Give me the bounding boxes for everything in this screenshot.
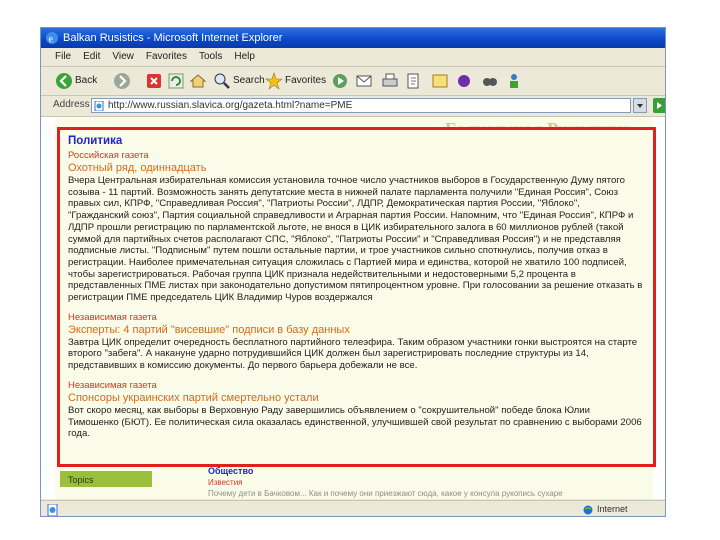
- media-icon[interactable]: [331, 72, 349, 90]
- article-text: Завтра ЦИК определит очередность бесплат…: [68, 336, 638, 372]
- forward-arrow-icon[interactable]: [113, 72, 131, 90]
- mail-icon[interactable]: [355, 72, 373, 90]
- back-button-label[interactable]: Back: [75, 70, 97, 92]
- research-icon[interactable]: [481, 72, 499, 90]
- address-bar: Address http://www.russian.slavica.org/g…: [41, 96, 665, 117]
- article-headline[interactable]: Охотный ряд, одиннадцать: [68, 162, 643, 175]
- article-source: Независимая газета: [68, 379, 157, 391]
- standard-toolbar: Back Search Favorites: [41, 67, 665, 96]
- security-zone-label: Internet: [597, 504, 628, 514]
- page-icon: [94, 101, 104, 111]
- page-status-icon: [47, 504, 58, 516]
- go-button[interactable]: [653, 98, 665, 113]
- article-source: Независимая газета: [68, 311, 157, 323]
- window-title: Balkan Rusistics - Microsoft Internet Ex…: [63, 32, 283, 44]
- section-title: Политика: [68, 135, 123, 147]
- address-url: http://www.russian.slavica.org/gazeta.ht…: [108, 100, 353, 111]
- menu-edit[interactable]: Edit: [77, 48, 106, 66]
- article-text: Вот скоро месяц, как выборы в Верховную …: [68, 404, 642, 440]
- below-section-title: Общество: [208, 466, 254, 476]
- print-icon[interactable]: [381, 72, 399, 90]
- address-input[interactable]: http://www.russian.slavica.org/gazeta.ht…: [91, 98, 631, 113]
- home-icon[interactable]: [189, 72, 207, 90]
- messenger-icon[interactable]: [455, 72, 473, 90]
- back-arrow-icon[interactable]: [55, 72, 73, 90]
- address-dropdown-button[interactable]: [633, 98, 647, 113]
- status-bar: Internet: [41, 500, 665, 516]
- globe-icon: [583, 505, 593, 515]
- below-source: Известия: [208, 478, 243, 487]
- search-icon[interactable]: [213, 72, 231, 90]
- stop-icon[interactable]: [145, 72, 163, 90]
- menu-help[interactable]: Help: [228, 48, 261, 66]
- ie-logo-icon: e: [46, 32, 58, 45]
- menu-view[interactable]: View: [106, 48, 140, 66]
- address-label: Address: [53, 99, 90, 110]
- article-source: Российская газета: [68, 150, 149, 161]
- menu-tools[interactable]: Tools: [193, 48, 228, 66]
- highlighted-news-panel: Политика Российская газета Охотный ряд, …: [57, 127, 656, 467]
- favorites-star-icon[interactable]: [265, 72, 283, 90]
- article-headline[interactable]: Эксперты: 4 партий "висевшие" подписи в …: [68, 324, 643, 337]
- menu-favorites[interactable]: Favorites: [140, 48, 193, 66]
- chevron-down-icon: [637, 104, 643, 108]
- article-text: Вчера Центральная избирательная комиссия…: [68, 175, 643, 304]
- below-text: Почему дети в Бачковом... Как и почему о…: [208, 489, 563, 498]
- refresh-icon[interactable]: [167, 72, 185, 90]
- go-arrow-icon: [657, 102, 662, 109]
- title-bar: e Balkan Rusistics - Microsoft Internet …: [41, 28, 665, 48]
- menu-file[interactable]: File: [41, 48, 77, 66]
- edit-icon[interactable]: [405, 72, 423, 90]
- menu-bar: File Edit View Favorites Tools Help: [41, 48, 665, 67]
- svg-text:e: e: [49, 34, 54, 45]
- article-headline[interactable]: Спонсоры украинских партий смертельно ус…: [68, 392, 643, 405]
- topics-tab-label: Topics: [68, 475, 94, 485]
- search-button-label[interactable]: Search: [233, 70, 265, 92]
- topics-tab[interactable]: Topics: [60, 471, 152, 487]
- favorites-button-label[interactable]: Favorites: [285, 70, 326, 92]
- people-icon[interactable]: [505, 72, 523, 90]
- discuss-icon[interactable]: [431, 72, 449, 90]
